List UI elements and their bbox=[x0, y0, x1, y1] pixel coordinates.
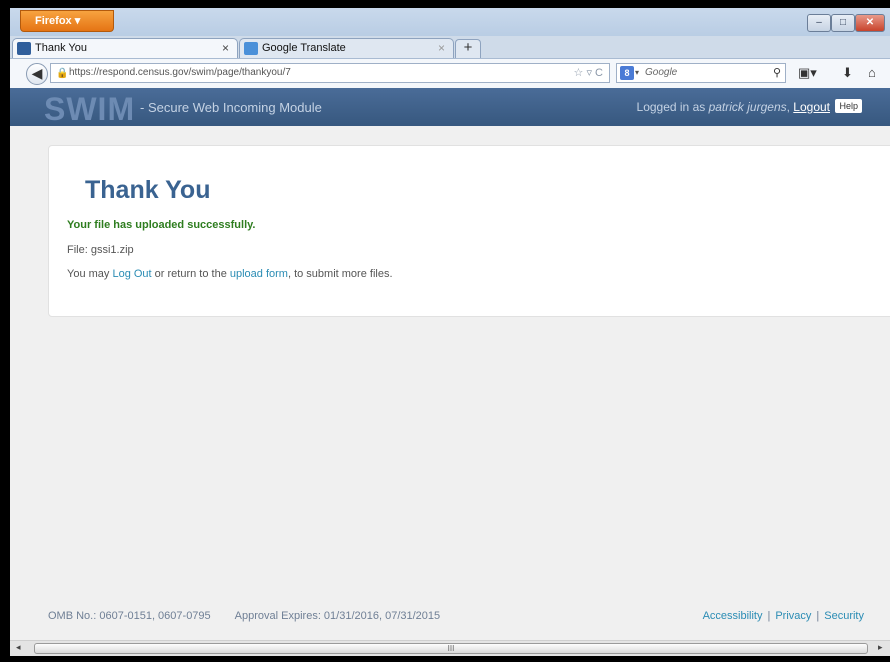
next-steps-prefix: You may bbox=[67, 268, 113, 280]
next-steps-suffix: , to submit more files. bbox=[287, 268, 393, 280]
tab-google-translate[interactable]: Google Translate × bbox=[239, 38, 454, 58]
tab-thank-you[interactable]: Thank You × bbox=[12, 38, 238, 58]
swim-logo: SWIM bbox=[44, 91, 136, 127]
navigation-bar: ◀ 🔒 https://respond.census.gov/swim/page… bbox=[10, 58, 890, 88]
footer-separator: | bbox=[816, 610, 820, 622]
security-link[interactable]: Security bbox=[824, 610, 864, 622]
firefox-menu-button[interactable]: Firefox ▾ bbox=[20, 10, 114, 32]
header-logout-link[interactable]: Logout bbox=[793, 100, 830, 114]
maximize-button[interactable]: □ bbox=[831, 14, 855, 32]
census-favicon-icon bbox=[17, 42, 31, 55]
horizontal-scrollbar[interactable]: ◂ III ▸ bbox=[10, 640, 890, 656]
url-text: https://respond.census.gov/swim/page/tha… bbox=[69, 67, 291, 78]
swim-header: SWIM - Secure Web Incoming Module Logged… bbox=[10, 88, 890, 127]
bookmark-reload-icons[interactable]: ☆ ▿ C bbox=[574, 64, 603, 82]
page-content: SWIM - Secure Web Incoming Module Logged… bbox=[10, 88, 890, 640]
search-icon[interactable]: ⚲ bbox=[773, 64, 781, 82]
help-button[interactable]: Help bbox=[835, 99, 862, 113]
footer-links: Accessibility | Privacy | Security bbox=[703, 610, 864, 622]
scroll-right-icon[interactable]: ▸ bbox=[878, 642, 883, 653]
log-out-link[interactable]: Log Out bbox=[112, 268, 151, 280]
minimize-button[interactable]: – bbox=[807, 14, 831, 32]
username: patrick jurgens bbox=[708, 100, 787, 114]
search-placeholder: Google bbox=[645, 67, 678, 78]
url-bar[interactable]: 🔒 https://respond.census.gov/swim/page/t… bbox=[50, 63, 610, 83]
next-steps-text: You may Log Out or return to the upload … bbox=[67, 268, 393, 280]
scrollbar-thumb[interactable]: III bbox=[34, 643, 868, 654]
tab-title: Thank You bbox=[35, 42, 87, 54]
lock-icon: 🔒 bbox=[56, 68, 69, 79]
footer-info: OMB No.: 0607-0151, 0607-0795 Approval Ex… bbox=[48, 610, 440, 622]
success-message: Your file has uploaded successfully. bbox=[67, 219, 256, 231]
swim-subtitle: - Secure Web Incoming Module bbox=[140, 100, 322, 115]
omb-number: OMB No.: 0607-0151, 0607-0795 bbox=[48, 610, 211, 622]
downloads-icon[interactable]: ⬇ bbox=[842, 65, 853, 81]
close-window-button[interactable]: ✕ bbox=[855, 14, 885, 32]
google-icon[interactable]: 8 bbox=[620, 66, 634, 80]
browser-window: Firefox ▾ – □ ✕ Thank You × Google Trans… bbox=[10, 8, 890, 656]
new-tab-button[interactable]: + bbox=[455, 39, 481, 58]
approval-expires: Approval Expires: 01/31/2016, 07/31/2015 bbox=[234, 610, 441, 622]
file-name: File: gssi1.zip bbox=[67, 244, 134, 256]
bookmarks-menu-icon[interactable]: ▣▾ bbox=[798, 65, 817, 81]
tab-close-icon[interactable]: × bbox=[222, 39, 229, 58]
accessibility-link[interactable]: Accessibility bbox=[703, 610, 763, 622]
logged-in-prefix: Logged in as bbox=[636, 100, 709, 114]
thank-you-card: Thank You Your file has uploaded success… bbox=[48, 145, 890, 317]
tab-close-icon[interactable]: × bbox=[438, 39, 445, 58]
next-steps-middle: or return to the bbox=[151, 268, 230, 280]
privacy-link[interactable]: Privacy bbox=[775, 610, 811, 622]
title-bar: Firefox ▾ – □ ✕ bbox=[10, 8, 890, 36]
footer-separator: | bbox=[767, 610, 771, 622]
search-engine-dropdown-icon[interactable]: ▾ bbox=[635, 64, 639, 82]
tab-bar: Thank You × Google Translate × + bbox=[10, 36, 890, 58]
translate-favicon-icon bbox=[244, 42, 258, 55]
page-title: Thank You bbox=[85, 176, 211, 204]
back-button[interactable]: ◀ bbox=[26, 63, 48, 85]
upload-form-link[interactable]: upload form bbox=[230, 268, 288, 280]
home-icon[interactable]: ⌂ bbox=[868, 65, 876, 80]
search-input[interactable]: 8 ▾ Google ⚲ bbox=[616, 63, 786, 83]
tab-title: Google Translate bbox=[262, 42, 346, 54]
scroll-left-icon[interactable]: ◂ bbox=[16, 642, 21, 653]
login-status: Logged in as patrick jurgens, Logout bbox=[636, 100, 830, 114]
